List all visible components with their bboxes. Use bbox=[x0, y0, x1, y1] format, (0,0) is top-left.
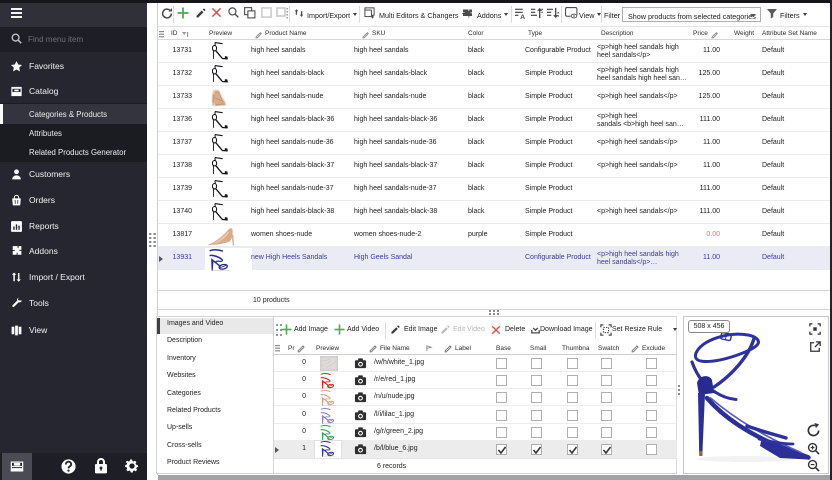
svg-text:A: A bbox=[520, 14, 525, 19]
